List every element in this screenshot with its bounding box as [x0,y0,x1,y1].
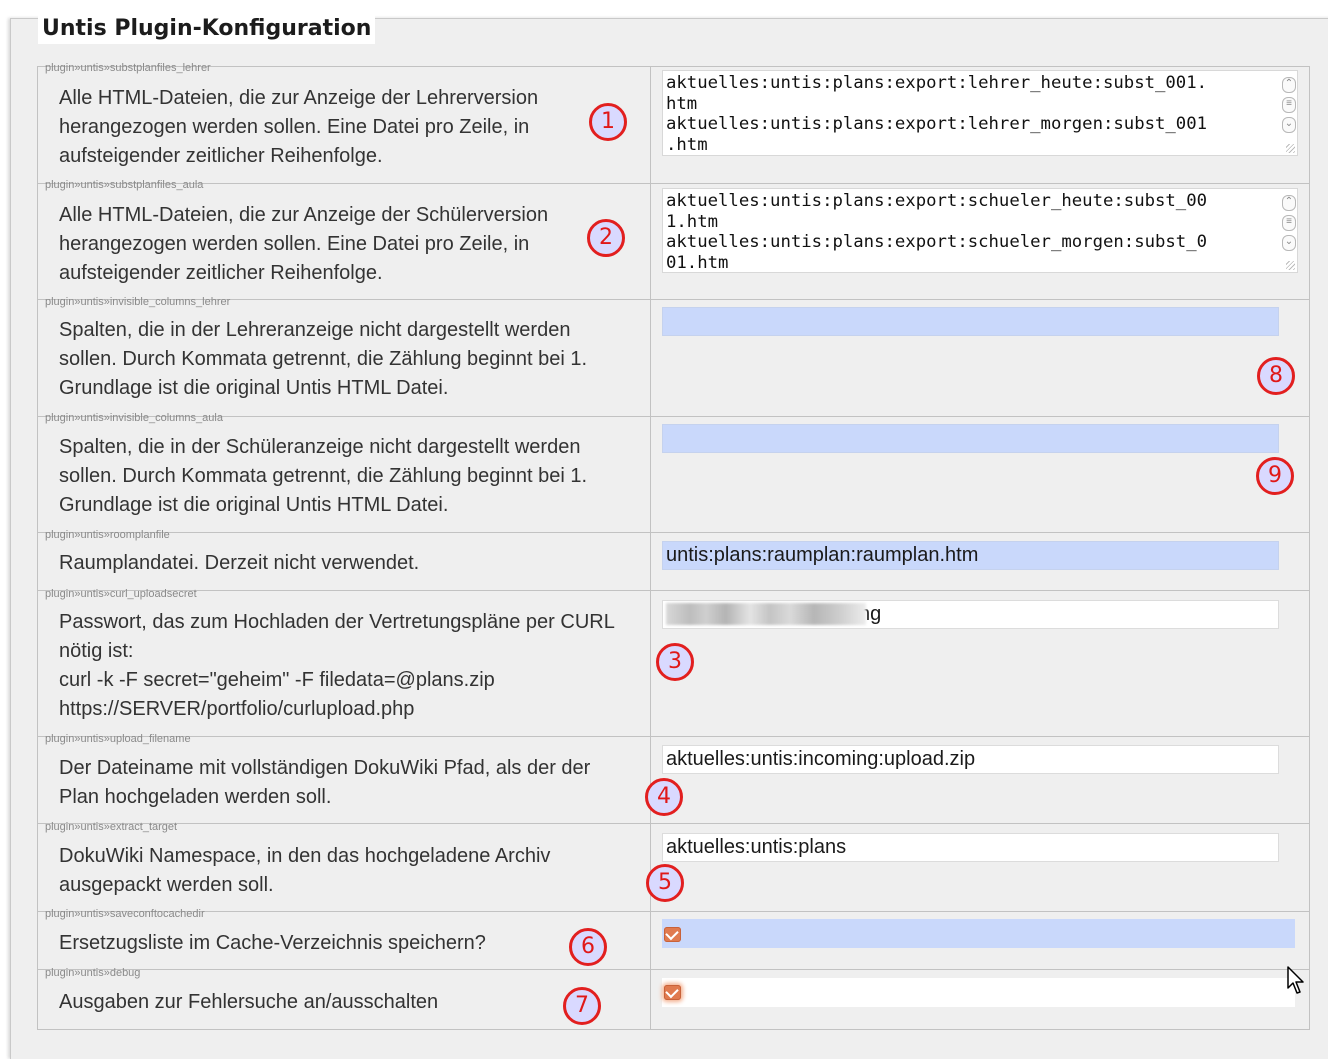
description-line: Alle HTML-Dateien, die zur Anzeige der L… [59,87,539,109]
setting-description: Alle HTML-Dateien, die zur Anzeige der L… [59,84,649,171]
setting-key: plugin»untis»substplanfiles_aula [45,179,204,191]
row-divider [37,911,1310,912]
row-divider [37,823,1310,824]
setting-key: plugin»untis»debug [45,967,141,979]
scroll-down-icon[interactable]: ⌄ [1282,117,1296,133]
annotation-marker: 5 [646,864,684,902]
invisible-columns-aula-input[interactable] [662,424,1279,453]
row-divider [37,183,1310,184]
setting-key: plugin»untis»upload_filename [45,733,191,745]
textarea-line: aktuelles:untis:plans:export:schueler_he… [666,191,1208,211]
description-line: Raumplandatei. Derzeit nicht verwendet. [59,552,420,574]
row-divider [37,590,1310,591]
substplanfiles-aula-textarea[interactable]: aktuelles:untis:plans:export:schueler_he… [662,188,1298,273]
row-divider [37,969,1310,970]
textarea-line: htm [666,93,698,114]
setting-description: Der Dateiname mit vollständigen DokuWiki… [59,754,649,812]
textarea-line: .htm [666,134,708,155]
annotation-marker: 2 [587,219,625,257]
setting-key: plugin»untis»invisible_columns_lehrer [45,296,231,308]
debug-row [662,978,1295,1007]
row-divider [37,736,1310,737]
description-line: nötig ist: [59,640,134,662]
description-line: sollen. Durch Kommata getrennt, die Zähl… [59,465,588,487]
annotation-marker: 1 [589,103,627,141]
description-line: herangezogen werden sollen. Eine Datei p… [59,116,530,138]
setting-key: plugin»untis»extract_target [45,821,178,833]
textarea-line: aktuelles:untis:plans:export:lehrer_morg… [666,114,1208,134]
description-line: Alle HTML-Dateien, die zur Anzeige der S… [59,204,549,226]
description-line: Der Dateiname mit vollständigen DokuWiki… [59,757,591,779]
scroll-down-icon[interactable]: ⌄ [1282,235,1296,251]
setting-description: Ausgaben zur Fehlersuche an/ausschalten [59,988,649,1017]
setting-description: Ersetzugsliste im Cache-Verzeichnis spei… [59,929,649,958]
description-line: Ersetzugsliste im Cache-Verzeichnis spei… [59,932,486,954]
annotation-marker: 6 [569,928,607,966]
fieldset-legend: Untis Plugin-Konfiguration [38,14,376,44]
setting-key: plugin»untis»curl_uploadsecret [45,588,197,600]
description-line: Spalten, die in der Schüleranzeige nicht… [59,436,581,458]
description-line: Passwort, das zum Hochladen der Vertretu… [59,611,615,633]
annotation-marker: 7 [563,987,601,1025]
scroll-up-icon[interactable]: ⌃ [1282,195,1296,211]
textarea-line: aktuelles:untis:plans:export:lehrer_heut… [666,73,1208,93]
description-line: herangezogen werden sollen. Eine Datei p… [59,233,530,255]
description-line: Grundlage ist die original Untis HTML Da… [59,377,449,399]
row-divider [37,416,1310,417]
description-line: sollen. Durch Kommata getrennt, die Zähl… [59,348,588,370]
redacted-secret [666,603,866,625]
description-line: Spalten, die in der Lehreranzeige nicht … [59,319,571,341]
setting-description: Spalten, die in der Lehreranzeige nicht … [59,316,649,403]
textarea-line: 01.htm [666,252,729,273]
resize-grip-icon[interactable] [1286,144,1295,153]
resize-grip-icon[interactable] [1286,261,1295,270]
debug-checkbox[interactable] [664,985,681,1000]
textarea-line: aktuelles:untis:plans:export:schueler_mo… [666,232,1208,252]
mouse-pointer-icon [1287,966,1304,994]
scroll-up-icon[interactable]: ⌃ [1282,77,1296,93]
annotation-marker: 3 [656,643,694,681]
saveconftocachedir-checkbox[interactable] [664,927,681,942]
setting-key: plugin»untis»saveconftocachedir [45,908,205,920]
annotation-marker: 9 [1256,457,1294,495]
textarea-line: 1.htm [666,211,719,232]
description-line: aufsteigender zeitlicher Reihenfolge. [59,262,383,284]
setting-key: plugin»untis»roomplanfile [45,529,170,541]
description-line: Plan hochgeladen werden soll. [59,786,332,808]
scroll-thumb-icon[interactable]: ≡ [1282,215,1296,231]
setting-description: Passwort, das zum Hochladen der Vertretu… [59,608,649,724]
setting-key: plugin»untis»invisible_columns_aula [45,412,223,424]
description-line: Grundlage ist die original Untis HTML Da… [59,494,449,516]
setting-key: plugin»untis»substplanfiles_lehrer [45,62,211,74]
setting-description: Alle HTML-Dateien, die zur Anzeige der S… [59,201,649,288]
description-line: https://SERVER/portfolio/curlupload.php [59,698,415,720]
description-line: aufsteigender zeitlicher Reihenfolge. [59,145,383,167]
setting-description: DokuWiki Namespace, in den das hochgelad… [59,842,649,900]
extract-target-input[interactable]: aktuelles:untis:plans [662,833,1279,862]
scroll-thumb-icon[interactable]: ≡ [1282,97,1296,113]
invisible-columns-lehrer-input[interactable] [662,307,1279,336]
description-line: DokuWiki Namespace, in den das hochgelad… [59,845,551,867]
description-line: Ausgaben zur Fehlersuche an/ausschalten [59,991,439,1013]
annotation-marker: 4 [645,778,683,816]
annotation-marker: 8 [1257,357,1295,395]
description-line: curl -k -F secret="geheim" -F filedata=@… [59,669,495,691]
setting-description: Raumplandatei. Derzeit nicht verwendet. [59,549,649,578]
description-line: ausgepackt werden soll. [59,874,274,896]
saveconftocachedir-row [662,919,1295,948]
substplanfiles-lehrer-textarea[interactable]: aktuelles:untis:plans:export:lehrer_heut… [662,70,1298,156]
row-divider [37,532,1310,533]
upload-filename-input[interactable]: aktuelles:untis:incoming:upload.zip [662,745,1279,774]
roomplanfile-input[interactable]: untis:plans:raumplan:raumplan.htm [662,541,1279,570]
setting-description: Spalten, die in der Schüleranzeige nicht… [59,433,649,520]
